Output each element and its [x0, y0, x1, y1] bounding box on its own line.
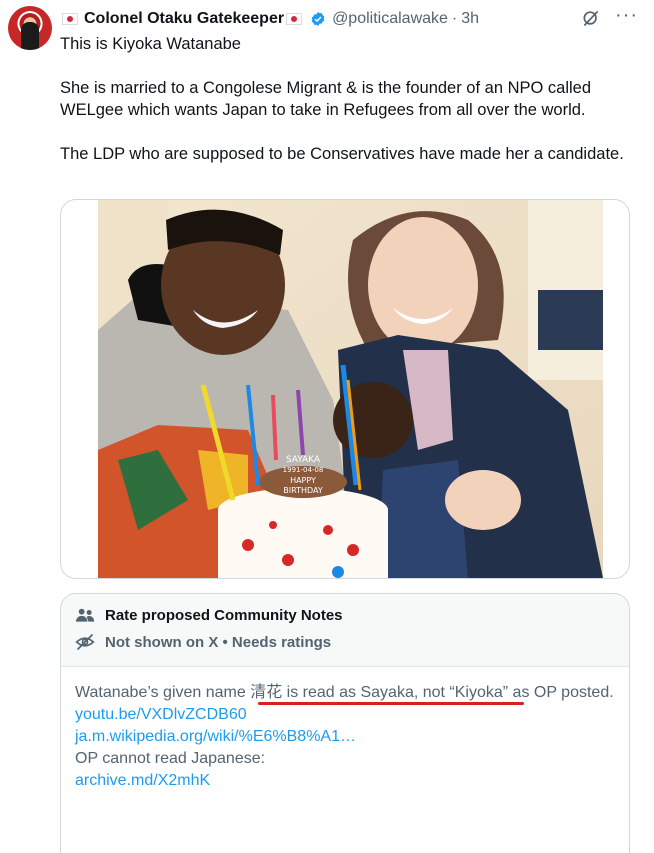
- community-notes-status-row: Not shown on X • Needs ratings: [75, 633, 331, 651]
- author-avatar[interactable]: [8, 6, 52, 50]
- post-text: This is Kiyoka Watanabe She is married t…: [60, 33, 630, 187]
- header-actions: ···: [581, 5, 638, 28]
- post-paragraph-2: She is married to a Congolese Migrant & …: [60, 79, 592, 119]
- header-separator: ·: [451, 10, 458, 27]
- community-notes-status: Not shown on X • Needs ratings: [105, 633, 332, 651]
- people-icon: [75, 608, 95, 622]
- red-annotation-underline: [258, 702, 524, 705]
- cake-text-line-4: BIRTHDAY: [283, 486, 323, 495]
- more-options-icon[interactable]: ···: [615, 5, 638, 25]
- post-time[interactable]: 3h: [461, 10, 479, 28]
- community-note-text-2: as OP posted.: [508, 684, 614, 701]
- cake-text-line-2: 1991-04-08: [283, 466, 324, 474]
- post-photo[interactable]: SAYAKA 1991-04-08 HAPPY BIRTHDAY: [98, 200, 603, 578]
- verified-badge-icon: [311, 12, 325, 26]
- community-note-link-archive[interactable]: archive.md/X2mhK: [75, 770, 615, 792]
- community-note-body: Watanabe’s given name 清花 is read as Saya…: [75, 682, 615, 792]
- japan-flag-icon: [62, 13, 78, 25]
- community-note-link-youtube[interactable]: youtu.be/VXDlvZCDB60: [75, 704, 615, 726]
- community-note-text-3: OP cannot read Japanese:: [75, 750, 266, 767]
- community-notes-card[interactable]: Rate proposed Community Notes Not shown …: [60, 593, 630, 853]
- post-paragraph-1: This is Kiyoka Watanabe: [60, 35, 241, 53]
- community-notes-title: Rate proposed Community Notes: [105, 606, 343, 624]
- author-handle[interactable]: @politicalawake: [332, 10, 448, 28]
- author-name[interactable]: Colonel Otaku Gatekeeper: [84, 10, 284, 28]
- community-notes-header: Rate proposed Community Notes Not shown …: [61, 594, 629, 667]
- cake-text-line-3: HAPPY: [290, 476, 316, 485]
- community-note-link-wikipedia[interactable]: ja.m.wikipedia.org/wiki/%E6%B8%A1…: [75, 726, 615, 748]
- eye-off-icon: [75, 633, 95, 651]
- community-notes-title-row[interactable]: Rate proposed Community Notes: [75, 606, 343, 624]
- grok-icon[interactable]: [581, 8, 601, 28]
- post-photo-card[interactable]: SAYAKA 1991-04-08 HAPPY BIRTHDAY: [60, 199, 630, 579]
- japan-flag-icon: [286, 13, 303, 25]
- community-note-highlighted-text: 清花 is read as Sayaka, not “Kiyoka”: [250, 684, 509, 701]
- cake-text-line-1: SAYAKA: [286, 455, 321, 465]
- post-paragraph-3: The LDP who are supposed to be Conservat…: [60, 145, 624, 163]
- post-header: Colonel Otaku Gatekeeper @politicalawake…: [60, 5, 644, 30]
- community-note-paragraph: Watanabe’s given name 清花 is read as Saya…: [75, 682, 615, 704]
- community-note-text-1: Watanabe’s given name: [75, 684, 251, 701]
